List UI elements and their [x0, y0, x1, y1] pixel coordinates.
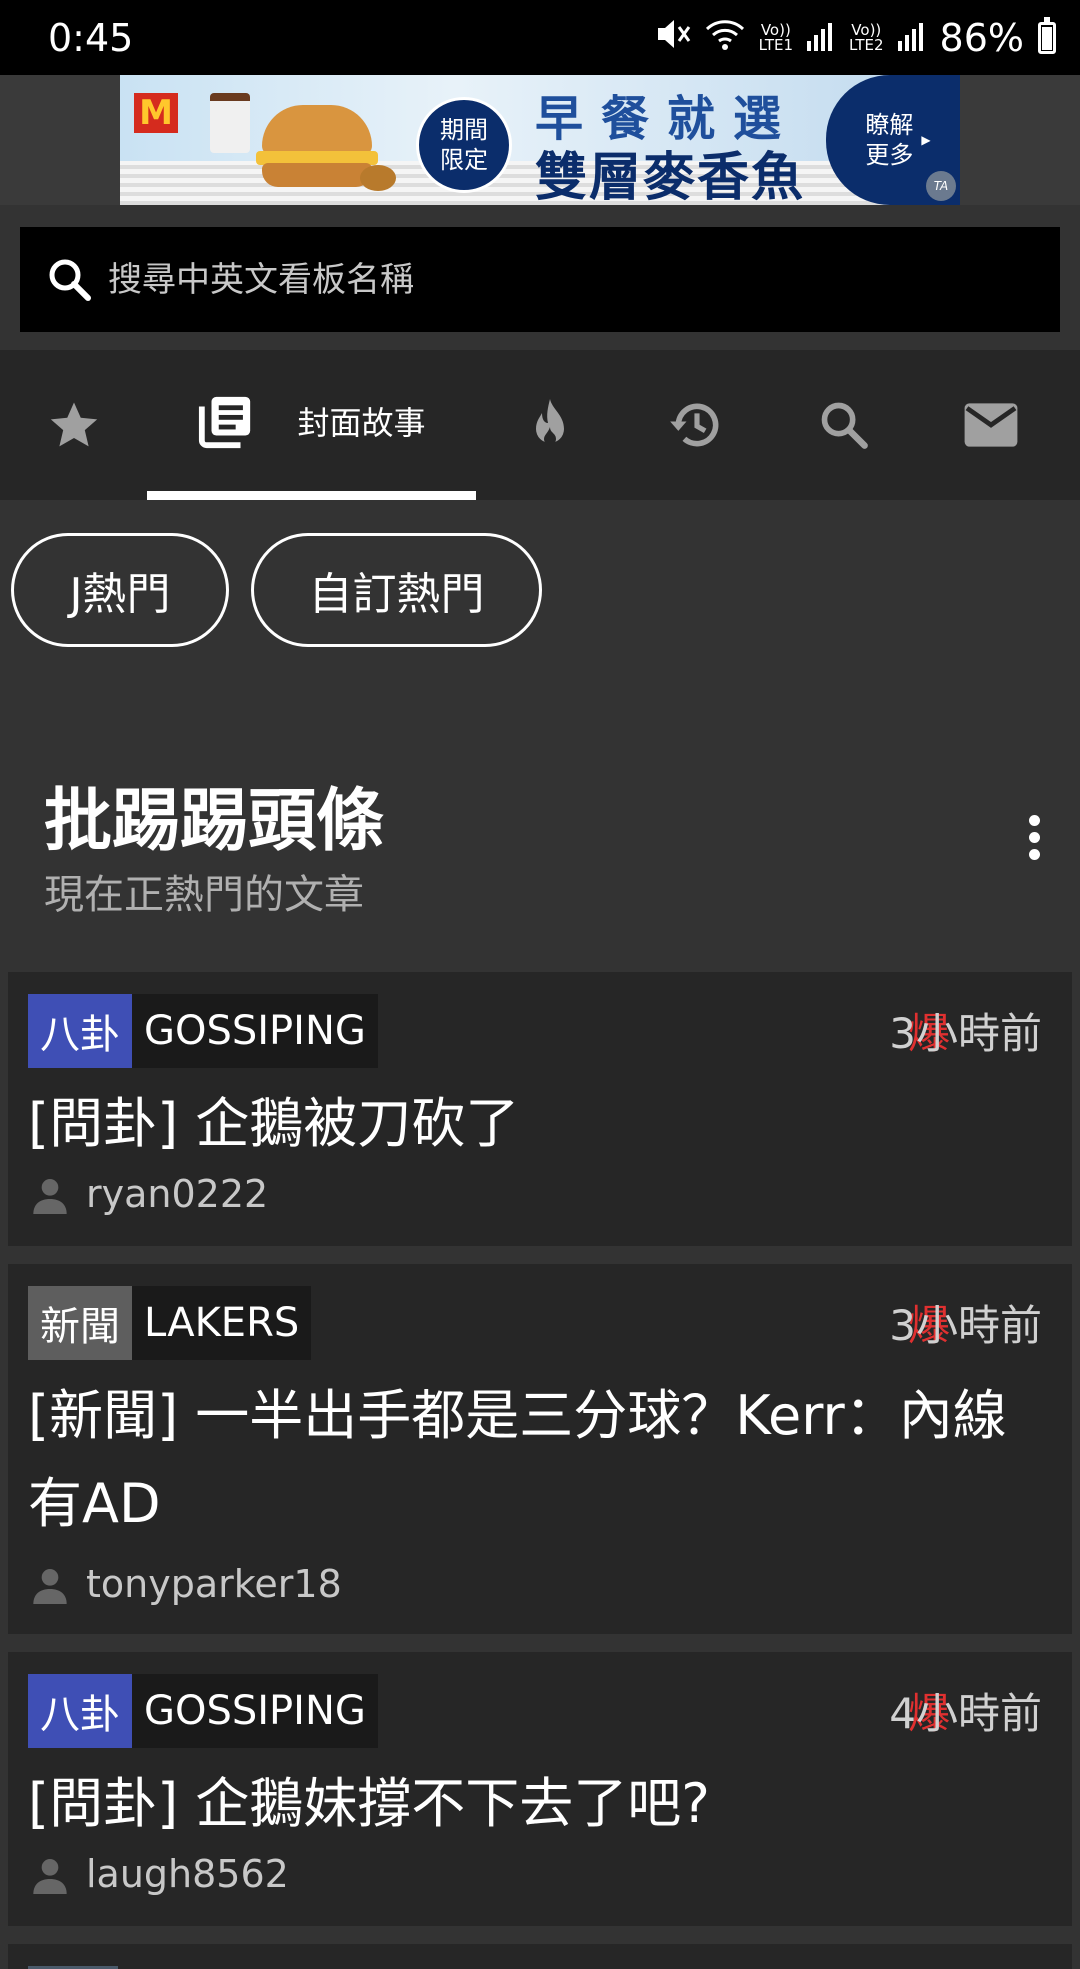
cover-story-icon — [199, 396, 251, 448]
fire-icon — [535, 399, 564, 445]
board-tag[interactable]: 八卦 GOSSIPING — [28, 1674, 378, 1748]
board-search-bar[interactable] — [20, 227, 1060, 332]
user-icon — [33, 1859, 67, 1894]
brand-logo: M — [134, 93, 178, 133]
chip-j-hot[interactable]: J熱門 — [11, 533, 229, 647]
post-author[interactable]: tonyparker18 — [30, 1562, 342, 1606]
ad-banner[interactable]: M 期間 限定 早餐就選 雙層麥香魚 瞭解 更多 ▶ TA — [120, 75, 960, 205]
more-options-icon[interactable] — [1026, 815, 1042, 861]
board-name: GOSSIPING — [132, 1674, 378, 1748]
post-time: 4小時前 — [889, 1689, 1042, 1738]
mute-icon — [655, 16, 691, 60]
mail-icon — [964, 403, 1017, 447]
post-title[interactable]: [問卦] 企鵝妹撐不下去了吧? — [28, 1760, 1048, 1848]
user-icon — [33, 1569, 67, 1604]
tab-hot[interactable] — [476, 350, 623, 500]
ad-strip: M 期間 限定 早餐就選 雙層麥香魚 瞭解 更多 ▶ TA — [0, 75, 1080, 205]
status-bar: 0:45 Vo)) LTE1 Vo)) LTE2 86% — [0, 0, 1080, 75]
tab-favorites[interactable] — [0, 350, 147, 500]
star-icon — [50, 402, 97, 447]
wifi-icon — [705, 16, 745, 60]
post-card[interactable]: 八卦 GOSSIPING 爆 3小時前 [問卦] 企鵝被刀砍了 ryan0222 — [8, 972, 1072, 1246]
battery-icon — [1038, 16, 1056, 54]
ad-product: 雙層麥香魚 — [535, 148, 806, 205]
tab-bar: 封面故事 — [0, 350, 1080, 500]
post-card[interactable]: 新聞 LAKERS 爆 3小時前 [新聞] 一半出手都是三分球？Kerr：內線有… — [8, 1264, 1072, 1634]
tab-mail[interactable] — [917, 350, 1064, 500]
tab-cover-story[interactable]: 封面故事 — [147, 350, 476, 500]
battery-percent: 86% — [939, 15, 1024, 60]
ad-limited-badge: 期間 限定 — [416, 97, 512, 193]
search-icon — [821, 402, 868, 449]
user-icon — [33, 1179, 67, 1214]
search-input[interactable] — [108, 259, 1008, 300]
category-badge: 八卦 — [28, 1674, 132, 1748]
post-time: 3小時前 — [889, 1301, 1042, 1350]
battery-fill — [1042, 27, 1052, 50]
post-author[interactable]: laugh8562 — [30, 1852, 289, 1896]
ad-food-image — [210, 85, 396, 195]
post-author[interactable]: ryan0222 — [30, 1172, 268, 1216]
section-subtitle: 現在正熱門的文章 — [44, 872, 364, 918]
volte-2-label: Vo)) LTE2 — [849, 20, 884, 54]
board-name: GOSSIPING — [132, 994, 378, 1068]
section-title: 批踢踢頭條 — [44, 782, 385, 861]
signal-1-icon — [807, 16, 835, 60]
chip-custom-hot[interactable]: 自訂熱門 — [251, 533, 542, 647]
board-name: LAKERS — [132, 1286, 312, 1360]
post-title[interactable]: [新聞] 一半出手都是三分球？Kerr：內線有AD — [28, 1372, 1048, 1548]
status-icons: Vo)) LTE1 Vo)) LTE2 86% — [655, 16, 1056, 60]
category-badge: 新聞 — [28, 1286, 132, 1360]
clock: 0:45 — [48, 15, 134, 60]
tab-history[interactable] — [623, 350, 770, 500]
signal-2-icon — [897, 16, 926, 60]
tab-cover-story-label: 封面故事 — [297, 403, 426, 442]
adchoices-icon[interactable]: TA — [926, 171, 956, 201]
post-card[interactable] — [8, 1944, 1072, 1969]
volte-1-label: Vo)) LTE1 — [758, 20, 794, 54]
post-time: 3小時前 — [889, 1009, 1042, 1058]
post-title[interactable]: [問卦] 企鵝被刀砍了 — [28, 1080, 1048, 1168]
author-name: tonyparker18 — [86, 1562, 342, 1606]
board-tag[interactable]: 新聞 LAKERS — [28, 1286, 312, 1360]
post-card[interactable]: 八卦 GOSSIPING 爆 4小時前 [問卦] 企鵝妹撐不下去了吧? laug… — [8, 1652, 1072, 1926]
author-name: laugh8562 — [86, 1852, 289, 1896]
category-badge: 八卦 — [28, 994, 132, 1068]
search-icon — [49, 259, 91, 301]
history-icon — [669, 403, 718, 447]
tab-search[interactable] — [770, 350, 917, 500]
play-arrow-icon: ▶ — [921, 133, 931, 147]
board-tag[interactable]: 八卦 GOSSIPING — [28, 994, 378, 1068]
author-name: ryan0222 — [86, 1172, 269, 1216]
